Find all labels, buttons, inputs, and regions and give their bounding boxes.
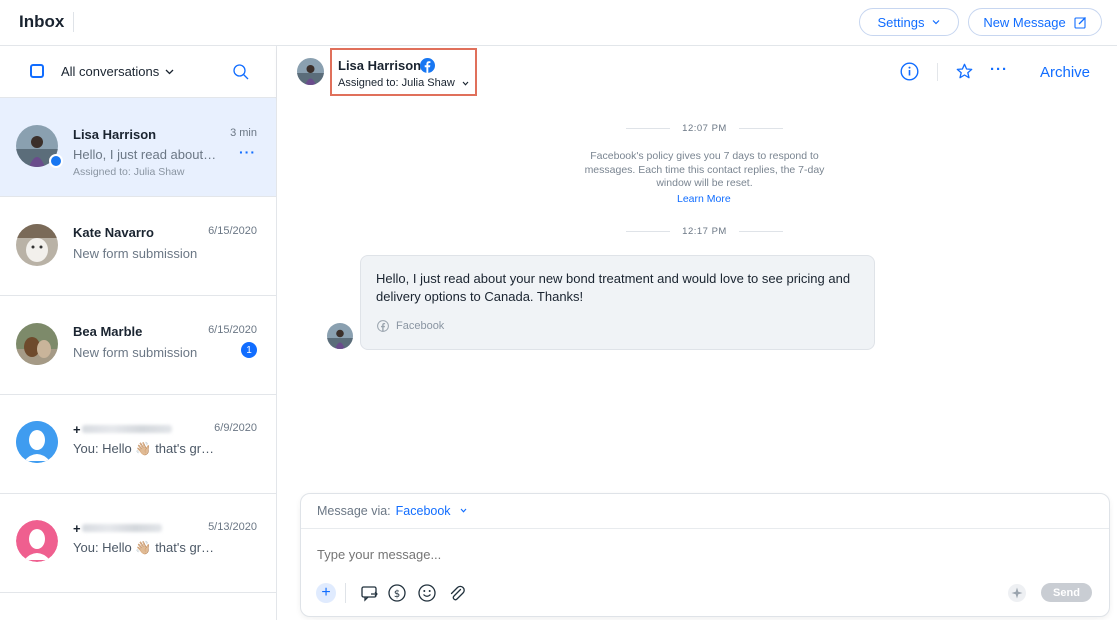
timestamp: 12:07 PM	[682, 122, 727, 134]
redacted-phone-number	[82, 524, 162, 532]
top-bar: Inbox Settings New Message	[0, 0, 1117, 46]
chat-header: Lisa Harrison Assigned to: Julia Shaw ··…	[277, 46, 1117, 98]
conversation-time: 6/15/2020	[208, 225, 257, 237]
conversation-filter-dropdown[interactable]: All conversations	[61, 64, 174, 79]
message-bubble: Hello, I just read about your new bond t…	[360, 255, 875, 350]
channel-value: Facebook	[395, 504, 451, 518]
archive-button[interactable]: Archive	[1040, 64, 1090, 81]
conversation-preview: New form submission	[73, 246, 198, 261]
chevron-down-icon	[460, 508, 466, 513]
message-template-icon[interactable]	[360, 583, 380, 603]
chevron-down-icon	[462, 81, 469, 86]
conversation-item-lisa-harrison[interactable]: Lisa Harrison 3 min Hello, I just read a…	[0, 98, 276, 197]
time-separator: 12:07 PM	[622, 121, 787, 135]
ai-assist-icon[interactable]	[1007, 583, 1027, 603]
emoji-icon[interactable]	[417, 583, 437, 603]
avatar	[16, 224, 58, 266]
conversation-assigned: Assigned to: Julia Shaw	[73, 166, 185, 178]
avatar	[16, 520, 58, 562]
settings-button[interactable]: Settings	[859, 8, 959, 36]
conversation-item-phone-1[interactable]: + 6/9/2020 You: Hello 👋🏼 that's great to…	[0, 395, 276, 494]
facebook-icon	[377, 320, 389, 332]
conversation-name: Lisa Harrison	[73, 127, 157, 142]
new-message-button[interactable]: New Message	[968, 8, 1102, 36]
assignee-dropdown[interactable]: Assigned to: Julia Shaw	[338, 77, 469, 89]
more-options-icon[interactable]: ···	[990, 61, 1008, 78]
channel-label: Message via:	[317, 504, 391, 518]
contact-highlight-box: Lisa Harrison Assigned to: Julia Shaw	[330, 48, 477, 96]
star-icon[interactable]	[956, 63, 973, 80]
facebook-icon	[49, 154, 63, 168]
timestamp: 12:17 PM	[682, 225, 727, 237]
redacted-phone-number	[82, 425, 172, 433]
conversation-name: Bea Marble	[73, 324, 143, 339]
attachment-icon[interactable]	[447, 583, 467, 603]
conversation-preview: You: Hello 👋🏼 that's great to hear	[73, 441, 216, 456]
chevron-down-icon	[933, 20, 940, 25]
time-separator: 12:17 PM	[622, 224, 787, 238]
avatar	[297, 58, 324, 85]
header-divider	[937, 63, 938, 81]
conversation-time: 6/15/2020	[208, 324, 257, 336]
settings-button-label: Settings	[877, 14, 925, 30]
conversation-preview: Hello, I just read about your new bond t…	[73, 147, 218, 162]
payment-icon[interactable]: $	[387, 583, 407, 603]
conversation-preview: You: Hello 👋🏼 that's great to hear	[73, 540, 216, 555]
search-icon[interactable]	[232, 63, 250, 81]
conversation-item-bea-marble[interactable]: Bea Marble 6/15/2020 New form submission…	[0, 296, 276, 395]
avatar	[327, 323, 353, 349]
send-button[interactable]: Send	[1041, 583, 1092, 602]
conversation-name: Kate Navarro	[73, 225, 154, 240]
svg-text:$: $	[394, 589, 400, 600]
message-source: Facebook	[377, 320, 444, 332]
policy-notice: Facebook's policy gives you 7 days to re…	[584, 150, 825, 189]
conversation-item-phone-2[interactable]: + 5/13/2020 You: Hello 👋🏼 that's great t…	[0, 494, 276, 593]
contact-name: Lisa Harrison	[338, 58, 422, 73]
assignee-label: Assigned to: Julia Shaw	[338, 77, 455, 89]
conversation-item-kate-navarro[interactable]: Kate Navarro 6/15/2020 New form submissi…	[0, 197, 276, 296]
compose-icon	[1074, 16, 1086, 29]
learn-more-link[interactable]: Learn More	[677, 193, 731, 205]
select-all-checkbox[interactable]	[30, 64, 44, 78]
avatar	[16, 323, 58, 365]
channel-selector-row: Message via: Facebook	[301, 494, 1109, 529]
new-message-button-label: New Message	[983, 14, 1066, 30]
more-options-icon[interactable]: ···	[239, 144, 256, 160]
message-input[interactable]	[317, 547, 1017, 562]
info-icon[interactable]	[900, 62, 919, 81]
toolbar-divider	[345, 583, 346, 603]
facebook-icon	[420, 58, 435, 73]
message-composer: Message via: Facebook + $ Send	[300, 493, 1110, 617]
conversation-name: +	[73, 521, 81, 536]
filter-bar: All conversations	[0, 46, 276, 98]
filter-label: All conversations	[61, 64, 160, 79]
unread-badge: 1	[241, 342, 257, 358]
channel-selector[interactable]: Message via: Facebook	[317, 504, 470, 518]
chevron-down-icon	[165, 69, 174, 74]
conversation-sidebar: All conversations Lisa Harrison 3 min He…	[0, 46, 277, 620]
message-source-label: Facebook	[396, 320, 445, 332]
conversation-time: 5/13/2020	[208, 521, 257, 533]
title-divider	[73, 12, 74, 32]
page-title: Inbox	[19, 12, 65, 31]
conversation-time: 6/9/2020	[214, 422, 257, 434]
avatar	[16, 421, 58, 463]
conversation-time: 3 min	[230, 127, 257, 139]
message-text: Hello, I just read about your new bond t…	[376, 271, 851, 304]
add-attachment-button[interactable]: +	[316, 583, 336, 603]
conversation-name: +	[73, 422, 81, 437]
conversation-preview: New form submission	[73, 345, 198, 360]
